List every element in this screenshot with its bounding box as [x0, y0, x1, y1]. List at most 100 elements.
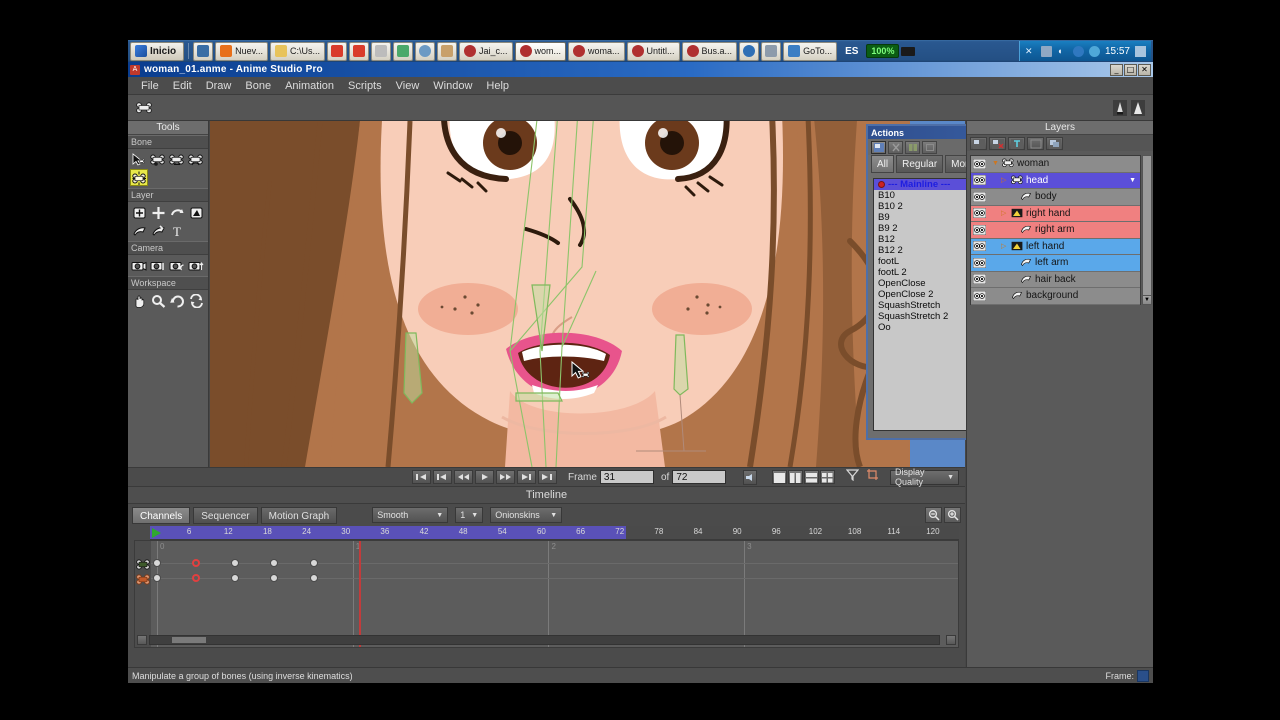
interpolation-count-dropdown[interactable]: 1 ▼ [455, 507, 484, 523]
timeline-play-marker-icon[interactable] [152, 528, 161, 538]
layer-properties-icon[interactable] [1008, 137, 1025, 150]
bluetooth-icon[interactable]: ✕ [1025, 46, 1036, 57]
onionskins-dropdown[interactable]: Onionskins ▼ [490, 507, 563, 523]
timeline-horizontal-scrollbar[interactable] [149, 635, 940, 645]
quad-view-icon[interactable] [819, 470, 835, 484]
menu-edit[interactable]: Edit [166, 78, 199, 94]
actions-tab-all[interactable]: All [871, 155, 895, 173]
layer-visibility-icon[interactable] [972, 240, 987, 252]
step-forward-keyframe-button[interactable] [517, 470, 536, 484]
taskbar-item-9[interactable]: Jai_c... [458, 41, 513, 61]
layers-list[interactable]: ▼ woman ▷ head ▼ body ▷ right hand right arm ▷ lef… [970, 155, 1141, 305]
orbit-workspace-tool[interactable] [187, 292, 205, 309]
layer-row-head[interactable]: ▷ head ▼ [971, 172, 1140, 189]
display-quality-dropdown[interactable]: Display Quality ▼ [889, 467, 959, 487]
rotate-layer-tool[interactable] [168, 204, 186, 221]
taskbar-item-7[interactable] [414, 41, 435, 61]
keyframe-marker[interactable] [231, 559, 240, 567]
sync-icon[interactable] [1088, 45, 1100, 57]
delete-action-icon[interactable] [888, 140, 903, 154]
audio-toggle-icon[interactable] [743, 469, 757, 485]
menu-help[interactable]: Help [479, 78, 516, 94]
canvas-viewport[interactable] [210, 121, 965, 467]
style-panel-toggle-icon[interactable] [1113, 99, 1127, 116]
battery-indicator[interactable]: 100% [866, 44, 900, 58]
layer-visibility-icon[interactable] [972, 224, 987, 236]
rewind-to-start-button[interactable] [412, 470, 431, 484]
layer-row-body[interactable]: body [971, 189, 1140, 206]
layer-expand-icon[interactable]: ▷ [1001, 242, 1008, 250]
timeline-tab-sequencer[interactable]: Sequencer [193, 506, 258, 524]
keyframe-grid[interactable]: 0123 [151, 541, 958, 647]
rotate-workspace-tool[interactable] [168, 292, 186, 309]
layer-expand-icon[interactable]: ▷ [1001, 176, 1008, 184]
minimize-button[interactable]: _ [1110, 63, 1123, 76]
menu-animation[interactable]: Animation [278, 78, 341, 94]
fast-forward-to-end-button[interactable] [538, 470, 557, 484]
keyframe-marker[interactable] [231, 574, 240, 582]
globe-icon[interactable] [1072, 45, 1084, 57]
taskbar-item-12[interactable]: Untitl... [626, 41, 680, 61]
show-desktop-icon[interactable] [1135, 45, 1146, 57]
timeline-scroll-right-icon[interactable] [946, 635, 956, 645]
layer-row-right-hand[interactable]: ▷ right hand [971, 205, 1140, 222]
maximize-button[interactable]: □ [1124, 63, 1137, 76]
track-camera-tool[interactable] [130, 257, 148, 274]
timeline-tab-motion-graph[interactable]: Motion Graph [260, 506, 338, 524]
layer-row-woman[interactable]: ▼ woman [971, 156, 1140, 173]
taskbar-item-10[interactable]: wom... [514, 41, 567, 61]
taskbar-item-3[interactable] [326, 41, 347, 61]
menu-bone[interactable]: Bone [238, 78, 278, 94]
layer-visibility-icon[interactable] [972, 257, 987, 269]
taskbar-item-11[interactable]: woma... [568, 41, 625, 61]
keyframe-marker[interactable] [153, 574, 161, 582]
delete-layer-icon[interactable] [989, 137, 1006, 150]
timeline-tab-channels[interactable]: Channels [132, 506, 191, 524]
zoom-camera-tool[interactable] [149, 257, 167, 274]
pan-workspace-tool[interactable] [130, 292, 148, 309]
actions-tab-regular[interactable]: Regular [896, 155, 944, 173]
taskbar-item-15[interactable] [761, 41, 782, 61]
step-back-frame-button[interactable] [454, 470, 473, 484]
status-frame-field[interactable] [1137, 669, 1149, 682]
timeline-tracks[interactable]: 0123 [134, 540, 959, 648]
menu-draw[interactable]: Draw [199, 78, 239, 94]
start-button[interactable]: Inicio [130, 41, 185, 61]
interpolation-dropdown[interactable]: Smooth ▼ [372, 507, 449, 523]
layer-row-left-arm[interactable]: left arm [971, 255, 1140, 272]
volume-icon[interactable]: ◖ [1057, 46, 1068, 57]
taskbar-item-13[interactable]: Bus.a... [681, 41, 738, 61]
keyframe-marker[interactable] [192, 574, 201, 582]
set-origin-tool[interactable] [130, 222, 148, 239]
taskbar-item-4[interactable] [348, 41, 369, 61]
taskbar-item-14[interactable] [739, 41, 760, 61]
keyframe-marker[interactable] [309, 574, 318, 582]
duplicate-layer-icon[interactable] [1046, 137, 1063, 150]
layer-visibility-icon[interactable] [972, 273, 987, 285]
field-of-view-icon[interactable] [845, 468, 860, 486]
layer-row-left-hand[interactable]: ▷ left hand [971, 238, 1140, 255]
step-forward-frame-button[interactable] [496, 470, 515, 484]
shear-layer-tool[interactable] [187, 204, 205, 221]
layer-visibility-icon[interactable] [972, 174, 987, 186]
timeline-scroll-thumb[interactable] [172, 637, 206, 643]
menu-view[interactable]: View [389, 78, 427, 94]
taskbar-item-16[interactable]: GoTo... [783, 41, 838, 61]
frame-input[interactable]: 31 [599, 470, 654, 484]
layer-visibility-icon[interactable] [972, 158, 987, 170]
keyframe-marker[interactable] [270, 574, 279, 582]
new-layer-icon[interactable] [970, 137, 987, 150]
keyframe-marker[interactable] [153, 559, 161, 567]
new-action-icon[interactable] [871, 140, 886, 154]
manipulate-bones-tool[interactable] [130, 169, 148, 186]
taskbar-item-2[interactable]: C:\Us... [269, 41, 325, 61]
layer-group-icon[interactable] [1027, 137, 1044, 150]
zoom-workspace-tool[interactable] [149, 292, 167, 309]
two-row-view-icon[interactable] [803, 470, 819, 484]
taskbar-item-5[interactable] [370, 41, 391, 61]
layer-row-right-arm[interactable]: right arm [971, 222, 1140, 239]
taskbar-item-0[interactable] [193, 41, 214, 61]
menu-scripts[interactable]: Scripts [341, 78, 389, 94]
scale-bone-tool[interactable] [168, 151, 186, 168]
play-button[interactable] [475, 470, 494, 484]
